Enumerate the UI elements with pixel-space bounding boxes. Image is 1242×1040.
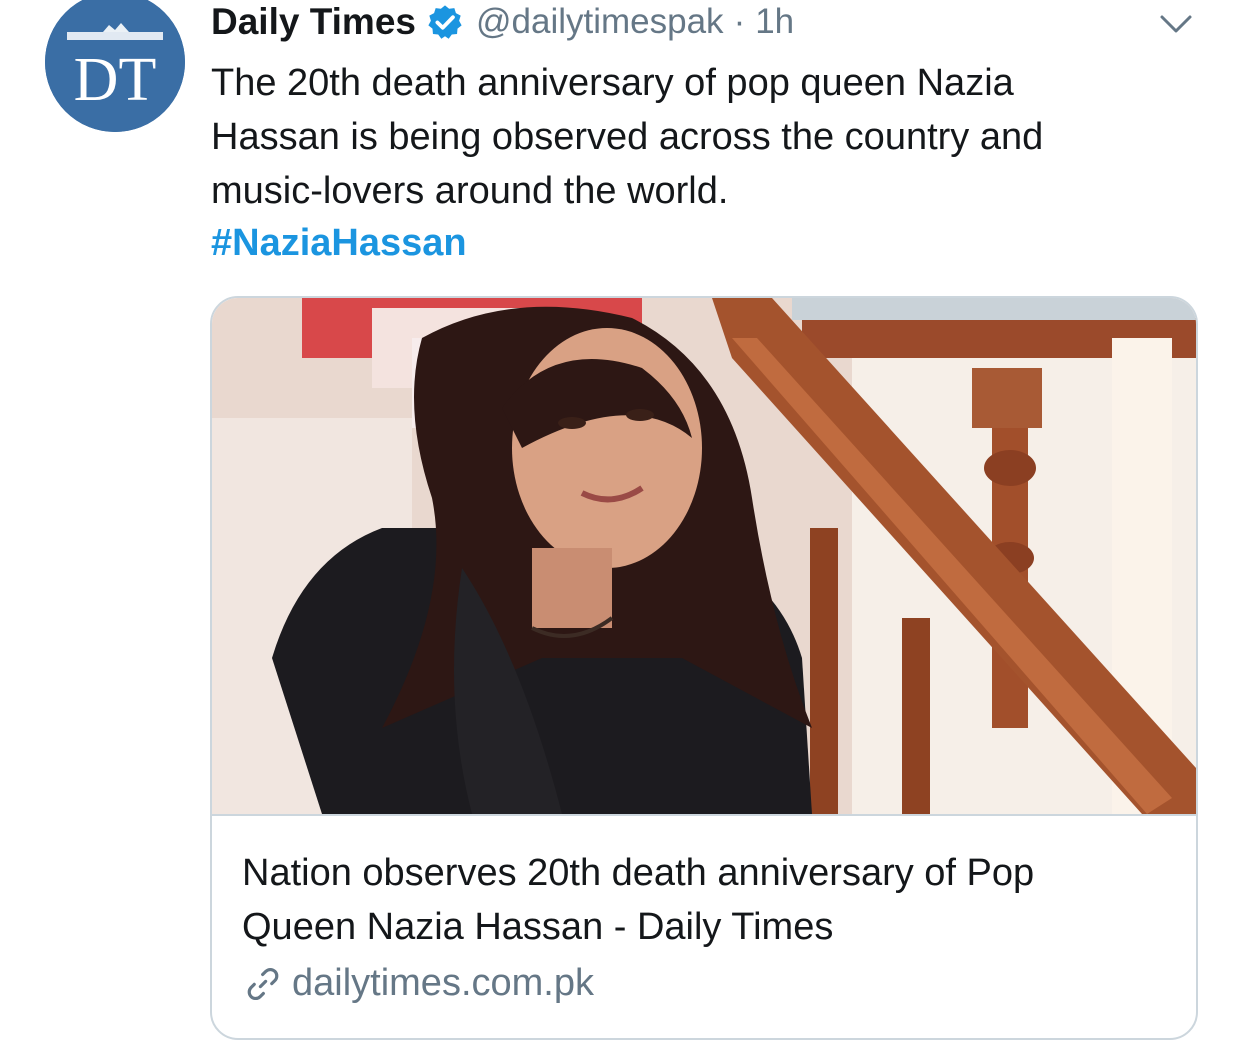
card-title[interactable]: Nation observes 20th death anniversary o… xyxy=(242,846,1182,954)
card-image[interactable] xyxy=(212,298,1196,814)
tweet-text-line: Hassan is being observed across the coun… xyxy=(211,116,1044,158)
tweet-text: The 20th death anniversary of pop queen … xyxy=(211,56,1201,218)
link-icon xyxy=(247,967,279,1000)
daily-times-logo-icon: DT xyxy=(45,0,185,132)
tweet-header: Daily Times @dailytimespak · 1h xyxy=(211,0,794,44)
timestamp[interactable]: 1h xyxy=(755,2,794,42)
avatar-text: DT xyxy=(74,46,157,114)
card-title-line: Nation observes 20th death anniversary o… xyxy=(242,852,1035,894)
card-divider xyxy=(212,814,1196,816)
tweet-text-line: The 20th death anniversary of pop queen … xyxy=(211,62,1014,104)
separator-dot: · xyxy=(733,2,746,41)
user-handle[interactable]: @dailytimespak xyxy=(476,2,724,42)
verified-badge-icon xyxy=(428,5,462,39)
chevron-down-icon[interactable] xyxy=(1158,6,1194,42)
link-preview-card[interactable]: Nation observes 20th death anniversary o… xyxy=(210,296,1198,1040)
tweet-text-line: music-lovers around the world. xyxy=(211,170,729,212)
hashtag-link[interactable]: #NaziaHassan xyxy=(211,216,467,270)
display-name[interactable]: Daily Times xyxy=(211,1,416,43)
card-domain[interactable]: dailytimes.com.pk xyxy=(242,962,594,1005)
card-title-line: Queen Nazia Hassan - Daily Times xyxy=(242,906,834,948)
card-domain-text: dailytimes.com.pk xyxy=(292,962,594,1004)
profile-avatar[interactable]: DT xyxy=(45,0,185,132)
